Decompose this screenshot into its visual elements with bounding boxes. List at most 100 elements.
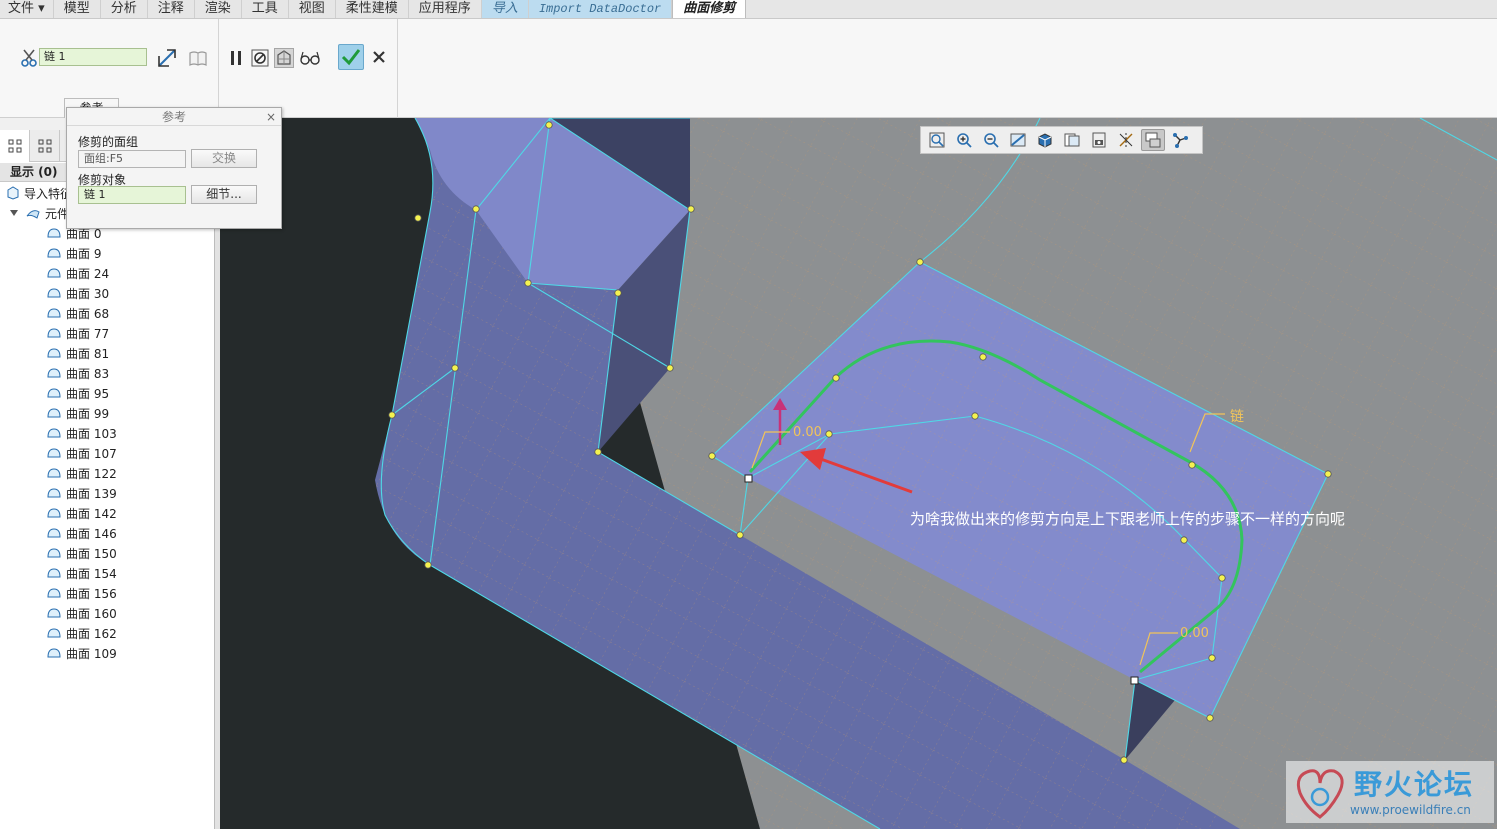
dimension-label-end[interactable]: 0.00 [1180, 626, 1209, 641]
tree-surface-item[interactable]: 曲面 81 [46, 343, 109, 363]
chain-label[interactable]: 链 [1230, 406, 1244, 426]
menu-render[interactable]: 渲染 [195, 0, 242, 18]
refit-button[interactable] [925, 129, 949, 151]
book-icon[interactable] [188, 48, 208, 68]
tree-surface-item[interactable]: 曲面 95 [46, 383, 109, 403]
tree-root-label: 导入特征 [24, 186, 73, 201]
tree-surface-item[interactable]: 曲面 139 [46, 483, 117, 503]
flip-direction-icon[interactable] [156, 47, 178, 69]
surface-icon [47, 228, 61, 238]
ribbon-divider [397, 19, 398, 118]
menu-annotate[interactable]: 注释 [148, 0, 195, 18]
trim-object-ref-field[interactable]: 链 1 [78, 186, 186, 204]
annotation-display-button[interactable] [1141, 129, 1165, 151]
tree-group-item[interactable]: 元件 [9, 203, 69, 223]
trimmed-quilt-field[interactable]: 面组:F5 [78, 150, 186, 168]
surface-icon [47, 548, 61, 558]
no-preview-icon[interactable] [251, 49, 269, 67]
view-manager-button[interactable] [1087, 129, 1111, 151]
layer-tree-icon [38, 139, 51, 153]
menu-analysis[interactable]: 分析 [101, 0, 148, 18]
surface-icon [47, 248, 61, 258]
surface-icon [47, 388, 61, 398]
datum-display-button[interactable] [1114, 129, 1138, 151]
graphics-viewport[interactable] [220, 118, 1497, 829]
ok-button[interactable] [338, 44, 364, 70]
app-window: 文件 ▾ 模型 分析 注释 渲染 工具 视图 柔性建模 应用程序 导入 Impo… [0, 0, 1497, 829]
tab-model-tree[interactable] [0, 130, 30, 162]
pause-icon[interactable] [228, 49, 244, 67]
surface-icon [47, 368, 61, 378]
tree-surface-label: 曲面 146 [66, 526, 117, 541]
spin-center-button[interactable] [1168, 129, 1192, 151]
tree-surface-item[interactable]: 曲面 68 [46, 303, 109, 323]
tree-surface-item[interactable]: 曲面 160 [46, 603, 117, 623]
tree-surface-item[interactable]: 曲面 162 [46, 623, 117, 643]
menu-tools[interactable]: 工具 [242, 0, 289, 18]
zoom-in-icon [957, 133, 972, 148]
expand-triangle-icon[interactable] [9, 208, 19, 218]
end-handle[interactable] [1130, 676, 1139, 685]
scissors-icon[interactable] [20, 48, 38, 68]
refit-icon [929, 132, 945, 148]
menu-applications[interactable]: 应用程序 [409, 0, 482, 18]
menu-model[interactable]: 模型 [54, 0, 101, 18]
menu-view[interactable]: 视图 [289, 0, 336, 18]
spin-center-icon [1173, 133, 1188, 148]
surface-icon [47, 468, 61, 478]
surface-icon [47, 508, 61, 518]
tree-surface-item[interactable]: 曲面 103 [46, 423, 117, 443]
menu-flexible-modeling[interactable]: 柔性建模 [336, 0, 409, 18]
tree-surface-item[interactable]: 曲面 77 [46, 323, 109, 343]
menu-file-label: 文件 [8, 1, 35, 16]
menu-file[interactable]: 文件 ▾ [0, 0, 54, 18]
tree-surface-item[interactable]: 曲面 154 [46, 563, 117, 583]
references-close-icon[interactable]: × [266, 110, 276, 124]
tree-surface-label: 曲面 9 [66, 246, 102, 261]
repaint-icon [1010, 133, 1026, 147]
preview-geometry-icon[interactable] [274, 48, 294, 68]
tree-surface-item[interactable]: 曲面 142 [46, 503, 117, 523]
checkmark-icon [341, 49, 361, 66]
tree-surface-item[interactable]: 曲面 83 [46, 363, 109, 383]
tab-surface-trim[interactable]: 曲面修剪 [672, 0, 747, 18]
tree-surface-item[interactable]: 曲面 24 [46, 263, 109, 283]
tree-surface-label: 曲面 142 [66, 506, 117, 521]
tree-surface-label: 曲面 68 [66, 306, 110, 321]
tree-surface-item[interactable]: 曲面 122 [46, 463, 117, 483]
zoom-out-icon [984, 133, 999, 148]
tree-surface-label: 曲面 77 [66, 326, 110, 341]
tree-surface-label: 曲面 107 [66, 446, 117, 461]
trim-dashboard: 链 1 参考 [0, 19, 1497, 118]
tab-import-datadoctor[interactable]: Import DataDoctor [528, 0, 673, 18]
tree-root-item[interactable]: 导入特征 [6, 183, 72, 203]
tab-layer-tree[interactable] [30, 130, 60, 162]
surface-icon [47, 648, 61, 658]
swap-button[interactable]: 交换 [191, 149, 257, 168]
tree-surface-item[interactable]: 曲面 156 [46, 583, 117, 603]
forum-title: 野火论坛 [1354, 768, 1475, 801]
tree-surface-item[interactable]: 曲面 146 [46, 523, 117, 543]
repaint-button[interactable] [1006, 129, 1030, 151]
details-button[interactable]: 细节... [191, 185, 257, 204]
dimension-label-start[interactable]: 0.00 [793, 425, 822, 440]
tree-surface-item[interactable]: 曲面 99 [46, 403, 109, 423]
display-style-button[interactable] [1033, 129, 1057, 151]
trim-object-field[interactable]: 链 1 [39, 48, 147, 66]
zoom-out-button[interactable] [979, 129, 1003, 151]
start-handle[interactable] [744, 474, 753, 483]
view-manager-icon [1092, 132, 1106, 148]
surface-icon [47, 448, 61, 458]
tree-surface-item[interactable]: 曲面 150 [46, 543, 117, 563]
saved-orientations-button[interactable] [1060, 129, 1084, 151]
cancel-button[interactable] [370, 48, 388, 66]
tree-surface-item[interactable]: 曲面 30 [46, 283, 109, 303]
tree-surface-item[interactable]: 曲面 9 [46, 243, 101, 263]
tab-import[interactable]: 导入 [481, 0, 529, 18]
tree-surface-item[interactable]: 曲面 107 [46, 443, 117, 463]
glasses-icon[interactable] [298, 49, 322, 67]
tree-surface-label: 曲面 122 [66, 466, 117, 481]
zoom-in-button[interactable] [952, 129, 976, 151]
tree-surface-item[interactable]: 曲面 109 [46, 643, 117, 663]
surface-icon [47, 588, 61, 598]
